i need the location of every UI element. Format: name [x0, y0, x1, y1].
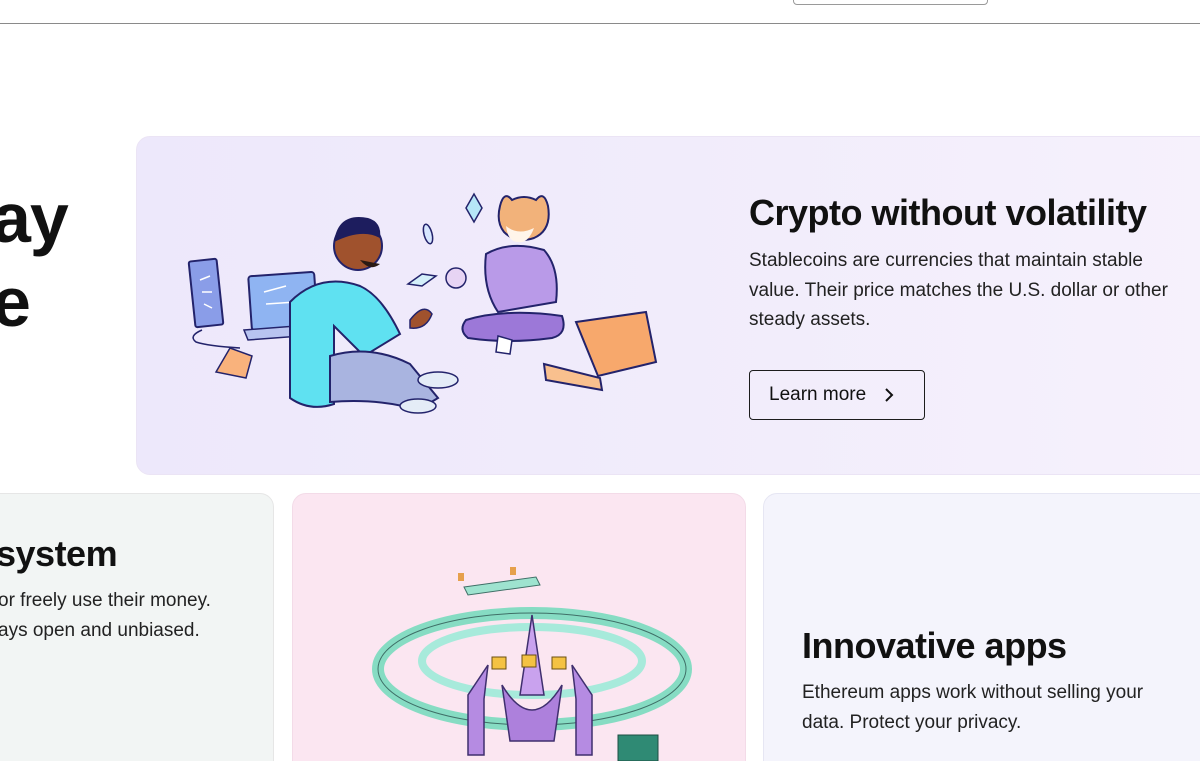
- page: ay e Crypto without volatility Stablecoi…: [0, 0, 1200, 761]
- apps-card-title: Innovative apps: [802, 625, 1067, 666]
- hero-heading-line-1: ay: [0, 179, 69, 257]
- search-button[interactable]: [793, 0, 988, 5]
- system-card-text-line-2: ays open and unbiased.: [0, 620, 200, 641]
- learn-more-label: Learn more: [769, 384, 867, 405]
- top-navigation-bar: [0, 0, 1200, 24]
- hero-heading-line-2: e: [0, 263, 31, 341]
- system-card-text-line-1: or freely use their money.: [0, 590, 211, 611]
- learn-more-button[interactable]: Learn more: [749, 370, 925, 420]
- hero-heading: ay e: [0, 176, 69, 344]
- stablecoin-illustration: [187, 192, 658, 414]
- chevron-right-icon: [885, 388, 894, 402]
- system-card-title: system: [0, 533, 118, 574]
- apps-card-description: Ethereum apps work without selling your …: [802, 682, 1144, 733]
- ring-station-illustration: [372, 567, 692, 761]
- feature-title: Crypto without volatility: [749, 192, 1147, 233]
- feature-description: Stablecoins are currencies that maintain…: [749, 250, 1168, 330]
